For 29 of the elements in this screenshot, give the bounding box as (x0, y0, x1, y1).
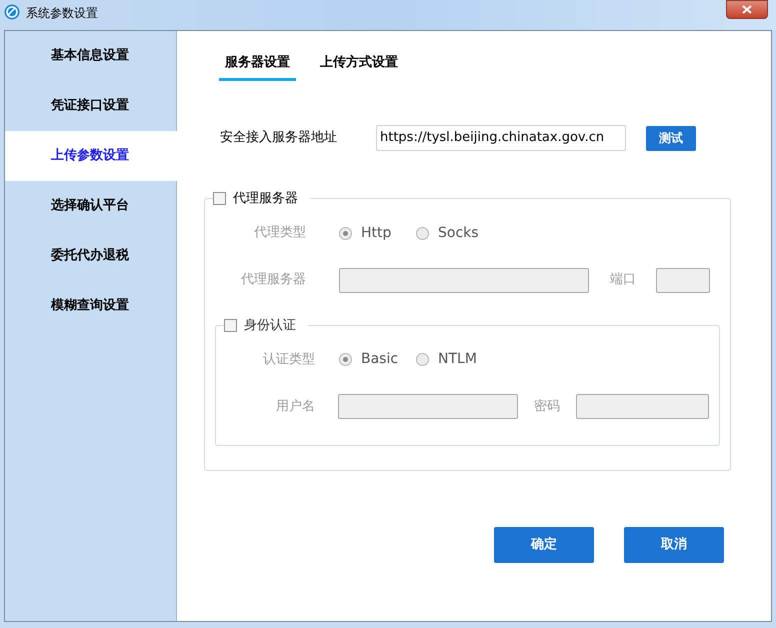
sidebar-item[interactable]: 模糊查询设置 (5, 281, 176, 331)
proxy-checkbox-label: 代理服务器 (233, 190, 298, 208)
auth-checkbox-label: 身份认证 (244, 316, 296, 334)
dialog-button[interactable]: 确定 (494, 527, 594, 563)
server-address-label: 安全接入服务器地址 (220, 129, 338, 148)
username-label: 用户名 (275, 398, 315, 416)
sidebar-item[interactable]: 基本信息设置 (5, 31, 176, 81)
port-label: 端口 (610, 271, 636, 290)
radio-label: Http (361, 224, 392, 242)
sidebar-item[interactable]: 选择确认平台 (5, 181, 176, 231)
server-address-field[interactable]: https://tysl.beijing.chinatax.gov.cn (376, 125, 626, 151)
tab[interactable]: 上传方式设置 (314, 47, 404, 81)
radio-label: NTLM (438, 350, 477, 369)
radio-label: Basic (361, 350, 398, 369)
tab[interactable]: 服务器设置 (219, 47, 296, 81)
test-button[interactable]: 测试 (646, 126, 696, 150)
proxy-type-label: 代理类型 (253, 224, 306, 242)
window-title: 系统参数设置 (26, 5, 98, 22)
radio-label: Socks (438, 224, 479, 242)
proxy-server-label: 代理服务器 (240, 271, 306, 290)
auth-type-label: 认证类型 (262, 350, 315, 369)
sidebar-item[interactable]: 凭证接口设置 (5, 81, 176, 131)
sidebar-item[interactable]: 上传参数设置 (5, 131, 177, 181)
close-button[interactable] (726, 0, 768, 19)
app-logo-icon (4, 4, 20, 20)
dialog-button[interactable]: 取消 (624, 527, 724, 563)
close-icon (742, 5, 752, 14)
password-label: 密码 (534, 398, 560, 416)
sidebar-item[interactable]: 委托代办退税 (5, 231, 176, 281)
